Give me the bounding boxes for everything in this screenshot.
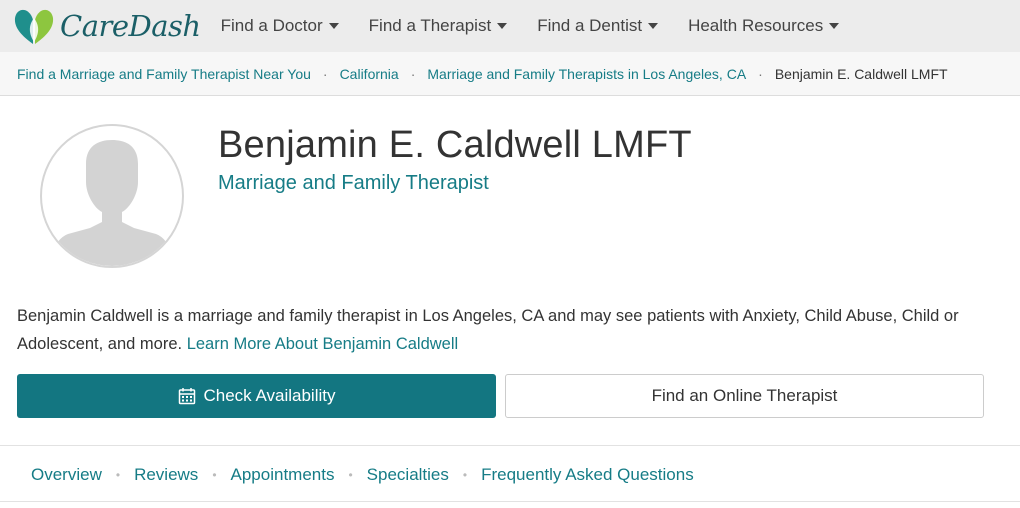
nav-label: Find a Therapist (368, 16, 492, 35)
main-nav: Find a Doctor Find a Therapist Find a De… (221, 16, 870, 36)
breadcrumb-current: Benjamin E. Caldwell LMFT (774, 65, 948, 82)
breadcrumb-link-state[interactable]: California (340, 66, 399, 82)
nav-label: Find a Doctor (220, 16, 323, 35)
check-availability-button[interactable]: Check Availability (17, 374, 496, 418)
breadcrumb-separator: · (322, 65, 328, 82)
tab-appointments[interactable]: Appointments (231, 465, 335, 485)
breadcrumb-separator: · (758, 65, 763, 82)
section-tabs: Overview • Reviews • Appointments • Spec… (31, 461, 694, 489)
profile-specialty: Marriage and Family Therapist (218, 172, 489, 194)
tab-separator: • (462, 468, 468, 482)
tab-separator: • (115, 468, 121, 482)
nav-health-resources[interactable]: Health Resources (688, 16, 840, 36)
find-online-therapist-button[interactable]: Find an Online Therapist (505, 374, 984, 418)
nav-find-a-doctor[interactable]: Find a Doctor (221, 16, 339, 36)
nav-label: Health Resources (688, 16, 824, 35)
breadcrumb: Find a Marriage and Family Therapist Nea… (0, 52, 1020, 96)
tab-separator: • (212, 468, 217, 482)
bio-text: Benjamin Caldwell is a marriage and fami… (17, 307, 959, 353)
breadcrumb-link-city[interactable]: Marriage and Family Therapists in Los An… (427, 66, 746, 82)
profile-bio: Benjamin Caldwell is a marriage and fami… (17, 302, 1007, 358)
nav-find-a-dentist[interactable]: Find a Dentist (537, 16, 659, 36)
tab-specialties[interactable]: Specialties (367, 465, 449, 485)
chevron-down-icon (328, 23, 339, 29)
top-navigation: CareDash Find a Doctor Find a Therapist … (0, 0, 1020, 52)
chevron-down-icon (829, 23, 840, 29)
tab-separator: • (348, 468, 353, 482)
divider (0, 501, 1020, 502)
calendar-icon (178, 388, 195, 405)
caredash-heart-logo-icon (14, 9, 54, 45)
tab-reviews[interactable]: Reviews (134, 465, 198, 485)
logo-text: CareDash (60, 9, 201, 43)
nav-label: Find a Dentist (537, 16, 643, 35)
breadcrumb-separator: · (410, 65, 416, 82)
learn-more-link[interactable]: Learn More About Benjamin Caldwell (187, 335, 459, 353)
find-online-therapist-label: Find an Online Therapist (651, 386, 838, 405)
avatar-placeholder-icon (40, 124, 184, 268)
tab-overview[interactable]: Overview (31, 465, 102, 485)
tab-faq[interactable]: Frequently Asked Questions (481, 465, 694, 485)
caredash-logo[interactable]: CareDash (12, 0, 201, 52)
breadcrumb-link-specialty[interactable]: Find a Marriage and Family Therapist Nea… (17, 66, 311, 82)
check-availability-label: Check Availability (203, 386, 336, 405)
chevron-down-icon (497, 23, 508, 29)
nav-find-a-therapist[interactable]: Find a Therapist (369, 16, 508, 36)
divider (0, 445, 1020, 446)
page-title: Benjamin E. Caldwell LMFT (218, 124, 692, 166)
chevron-down-icon (648, 23, 659, 29)
